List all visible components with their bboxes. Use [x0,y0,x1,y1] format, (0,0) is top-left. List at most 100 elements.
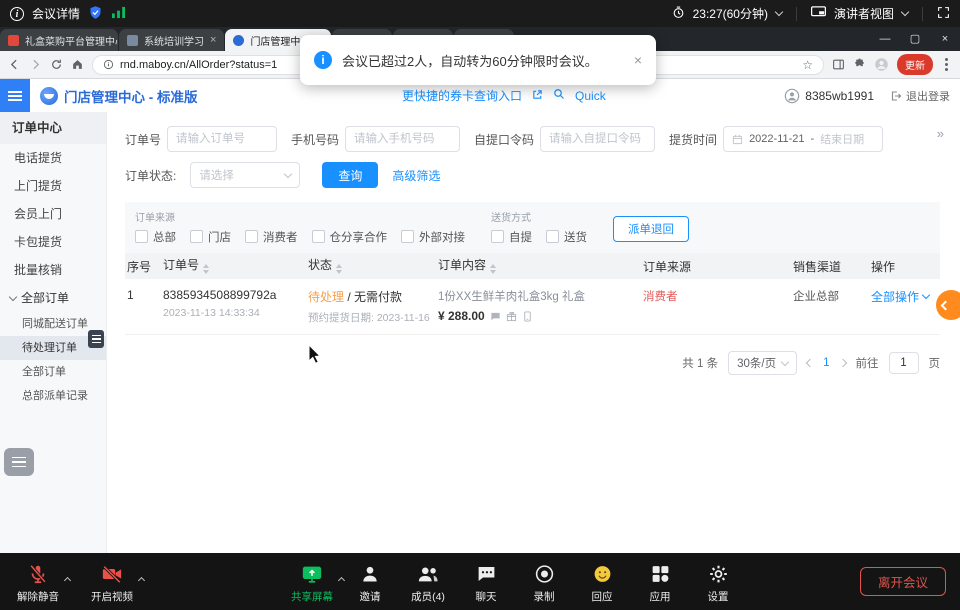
meeting-timer[interactable]: 23:27(60分钟) [693,5,768,22]
start-video-button[interactable]: 开启视频 [88,562,136,604]
reload-icon[interactable] [50,58,63,71]
apps-button[interactable]: 应用 [636,562,684,604]
sidebar-item-card-pickup[interactable]: 卡包提货 [0,228,106,256]
pickup-code-input[interactable] [540,126,655,152]
side-panel-icon[interactable] [832,58,845,71]
members-button[interactable]: 成员(4) [404,562,452,604]
sidebar-item-batch-verify[interactable]: 批量核销 [0,256,106,284]
fullscreen-icon[interactable] [937,6,950,22]
filter-collapse-icon[interactable]: » [937,126,944,141]
source-option-store[interactable]: 门店 [190,229,231,245]
share-screen-button[interactable]: 共享屏幕 [288,562,336,604]
browser-update-button[interactable]: 更新 [897,54,933,75]
tab-label: 礼盒菜购平台管理中心 [25,33,118,48]
mute-button[interactable]: 解除静音 [14,562,62,604]
quick-search-link[interactable]: Quick [575,89,606,103]
view-caret-icon[interactable] [901,8,909,16]
next-page-button[interactable] [840,360,846,366]
device-icon[interactable] [522,311,533,322]
browser-tab-1[interactable]: 礼盒菜购平台管理中心 × [0,29,118,51]
sidebar-item-phone-pickup[interactable]: 电话提货 [0,144,106,172]
browser-menu-icon[interactable] [945,63,948,66]
col-content[interactable]: 订单内容 [438,256,643,277]
sidebar-item-door-pickup[interactable]: 上门提货 [0,172,106,200]
window-minimize-button[interactable]: — [870,27,900,51]
meeting-details-label[interactable]: 会议详情 [32,5,80,22]
account-info[interactable]: 8385wb1991 [784,88,874,104]
settings-button[interactable]: 设置 [694,562,742,604]
sidebar-group-all-orders[interactable]: 全部订单 [0,284,106,312]
prev-page-button[interactable] [807,360,813,366]
chat-button[interactable]: 聊天 [462,562,510,604]
dispatch-return-button[interactable]: 派单退回 [613,216,689,242]
sidebar-toggle-button[interactable] [0,79,30,112]
window-close-button[interactable]: × [930,27,960,51]
sidebar-subitem-all-orders[interactable]: 全部订单 [0,360,106,384]
search-button[interactable]: 查询 [322,162,378,188]
video-options-caret[interactable] [139,570,144,588]
header-account: 8385wb1991 退出登录 [784,79,950,112]
checkbox[interactable] [401,230,414,243]
checkbox[interactable] [190,230,203,243]
forward-icon[interactable] [29,58,42,71]
back-icon[interactable] [8,58,21,71]
page-number[interactable]: 1 [823,357,829,369]
source-option-consumer[interactable]: 消费者 [245,229,298,245]
mic-options-caret[interactable] [65,570,70,588]
reactions-button[interactable]: 回应 [578,562,626,604]
source-option-hq[interactable]: 总部 [135,229,176,245]
pickup-date: 预约提货日期: 2023-11-16 [308,310,438,325]
advanced-filter-link[interactable]: 高级筛选 [392,167,440,184]
drag-handle-icon[interactable] [88,330,104,348]
timer-caret-icon[interactable] [775,8,783,16]
delivery-option-pickup[interactable]: 自提 [491,229,532,245]
toast-close-icon[interactable]: × [634,52,642,68]
page-size-select[interactable]: 30条/页 [728,351,797,375]
all-actions-dropdown[interactable]: 全部操作 [871,288,938,305]
checkbox[interactable] [135,230,148,243]
leave-meeting-button[interactable]: 离开会议 [860,567,946,596]
date-range-picker[interactable]: 2022-11-21 - 结束日期 [723,126,883,152]
share-options-caret[interactable] [339,570,344,588]
shield-check-icon[interactable] [88,5,103,23]
phone-input[interactable] [345,126,460,152]
goto-page-input[interactable] [889,352,919,374]
meeting-panel-expand-button[interactable] [936,290,960,320]
sort-icon[interactable] [490,261,496,277]
delivery-option-deliver[interactable]: 送货 [546,229,587,245]
home-icon[interactable] [71,58,84,71]
extensions-icon[interactable] [853,58,866,71]
source-option-coop[interactable]: 仓分享合作 [312,229,388,245]
tab-close-icon[interactable]: × [210,34,216,46]
view-mode-label[interactable]: 演讲者视图 [834,5,894,22]
logout-button[interactable]: 退出登录 [890,88,950,104]
bookmark-star-icon[interactable]: ☆ [802,58,813,72]
source-option-external[interactable]: 外部对接 [401,229,465,245]
order-price: ¥ 288.00 [438,309,485,323]
table-row[interactable]: 1 8385934508899792a 2023-11-13 14:33:34 … [125,279,940,335]
checkbox[interactable] [245,230,258,243]
network-signal-icon[interactable] [111,6,126,22]
meeting-info-icon[interactable] [10,7,24,21]
col-status[interactable]: 状态 [308,256,438,277]
col-order-no[interactable]: 订单号 [163,256,308,277]
profile-avatar-icon[interactable] [874,57,889,72]
order-no-input[interactable] [167,126,277,152]
option-label: 送货 [564,232,587,244]
coupon-query-link[interactable]: 更快捷的券卡查询入口 [402,87,522,104]
sidebar-item-member-visit[interactable]: 会员上门 [0,200,106,228]
window-maximize-button[interactable]: ▢ [900,27,930,51]
record-button[interactable]: 录制 [520,562,568,604]
checkbox[interactable] [312,230,325,243]
sort-icon[interactable] [336,261,342,277]
floating-menu-button[interactable] [4,448,34,476]
checkbox[interactable] [491,230,504,243]
gift-icon[interactable] [506,311,517,322]
invite-button[interactable]: 邀请 [346,562,394,604]
sidebar-subitem-hq-dispatch-log[interactable]: 总部派单记录 [0,384,106,408]
checkbox[interactable] [546,230,559,243]
browser-tab-2[interactable]: 系统培训学习 × [119,29,224,51]
sort-icon[interactable] [203,261,209,277]
order-status-select[interactable]: 请选择 [190,162,300,188]
note-icon[interactable] [490,311,501,322]
